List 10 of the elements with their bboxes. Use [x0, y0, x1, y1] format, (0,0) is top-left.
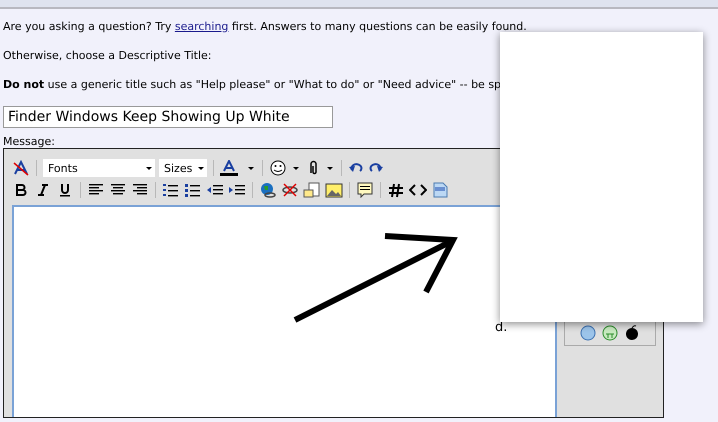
searching-link[interactable]: searching	[174, 20, 228, 33]
title-field[interactable]: Finder Windows Keep Showing Up White	[3, 106, 333, 128]
instruction-text: Otherwise, choose a Descriptive Title:	[3, 49, 212, 62]
message-text: d.	[495, 319, 508, 336]
intro-text: Are you asking a question? Try searching first. Answers to many questions can be easily found.	[3, 20, 528, 33]
message-label: Message:	[3, 136, 56, 148]
message-textarea[interactable]: d.	[12, 205, 556, 417]
warning-text: Do not use a generic title such as "Help please" or "What to do" or "Need advice" -- be sp	[3, 78, 502, 91]
size-select[interactable]: Sizes	[159, 159, 207, 177]
font-select[interactable]: Fonts	[43, 159, 155, 177]
